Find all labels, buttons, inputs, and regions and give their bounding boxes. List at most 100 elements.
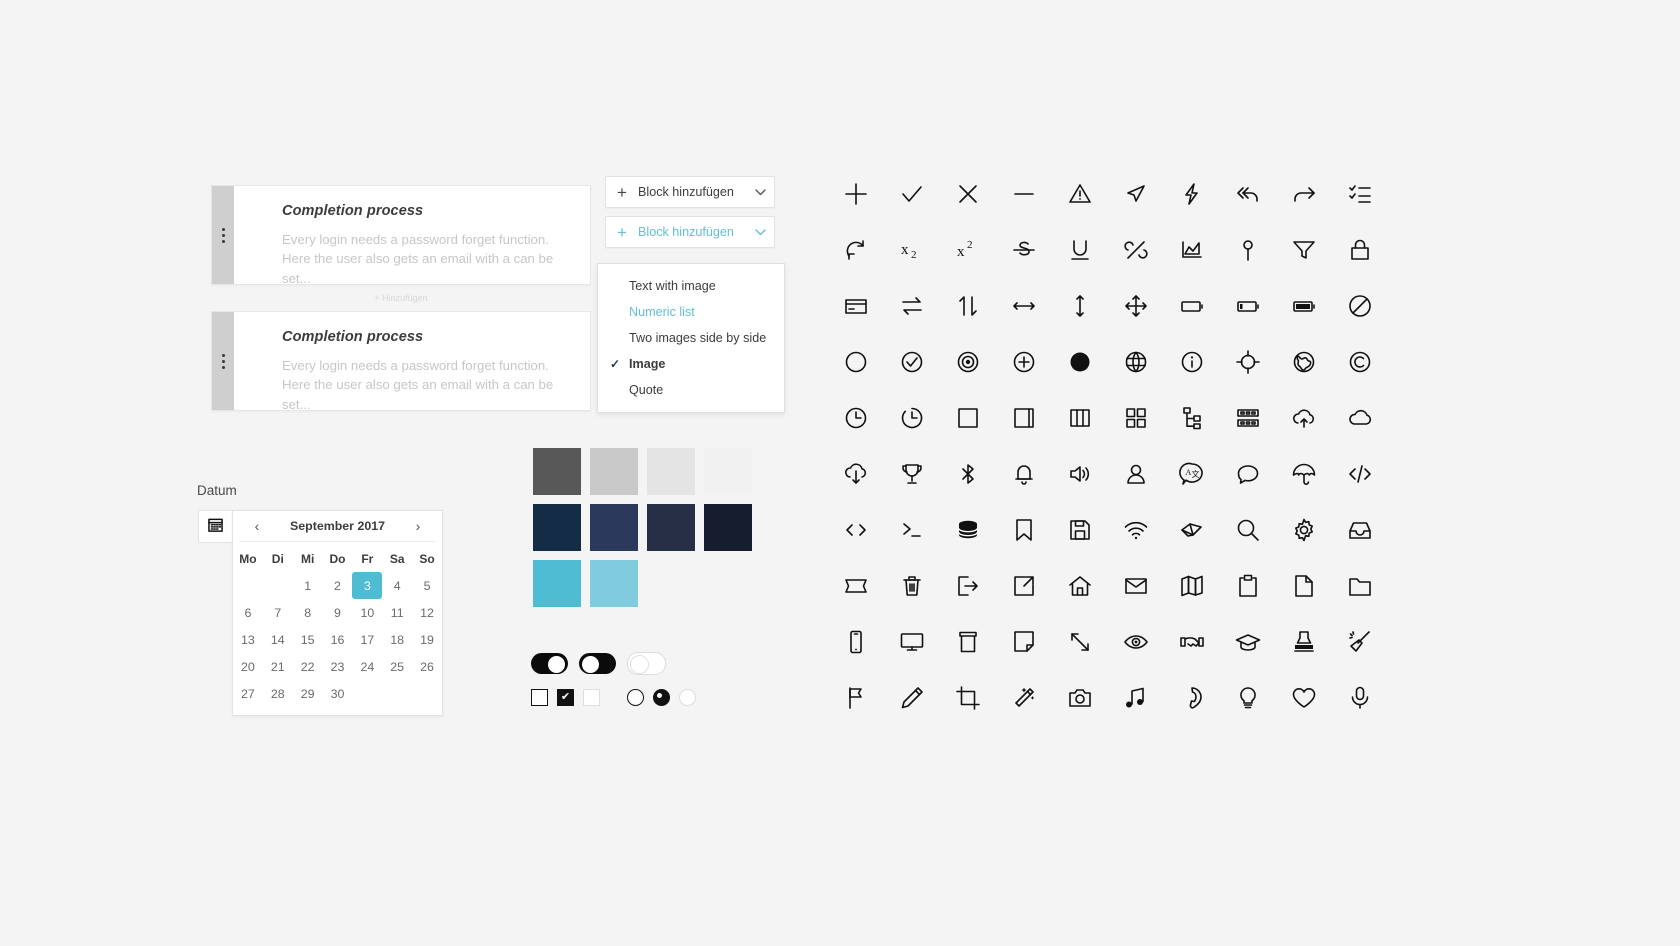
info-icon[interactable] (1164, 334, 1220, 390)
resize-diagonal-icon[interactable] (1052, 614, 1108, 670)
credit-card-icon[interactable] (828, 278, 884, 334)
calendar-day[interactable]: 21 (263, 653, 293, 680)
circle-icon[interactable] (828, 334, 884, 390)
unlink-icon[interactable] (1108, 222, 1164, 278)
refresh-icon[interactable] (828, 222, 884, 278)
search-icon[interactable] (1220, 502, 1276, 558)
radio-disabled[interactable] (679, 689, 696, 706)
mail-icon[interactable] (1108, 558, 1164, 614)
code-brackets-icon[interactable] (828, 502, 884, 558)
trophy-icon[interactable] (884, 446, 940, 502)
color-swatch[interactable] (704, 448, 752, 495)
crop-icon[interactable] (940, 670, 996, 726)
clock-icon[interactable] (828, 390, 884, 446)
toggle-switch-off-dark[interactable] (579, 653, 616, 674)
cloud-upload-icon[interactable] (1276, 390, 1332, 446)
umbrella-icon[interactable] (1276, 446, 1332, 502)
cloud-icon[interactable] (1332, 390, 1388, 446)
archive-box-icon[interactable] (940, 614, 996, 670)
calendar-day[interactable]: 19 (412, 626, 442, 653)
calendar-day[interactable]: 2 (323, 572, 353, 599)
volume-icon[interactable] (1052, 446, 1108, 502)
prev-month-button[interactable]: ‹ (247, 518, 267, 534)
toggle-switch-disabled[interactable] (627, 652, 666, 675)
color-swatch[interactable] (533, 448, 581, 495)
user-icon[interactable] (1108, 446, 1164, 502)
crosshair-icon[interactable] (1220, 334, 1276, 390)
redo-icon[interactable] (1276, 166, 1332, 222)
warning-triangle-icon[interactable] (1052, 166, 1108, 222)
external-link-icon[interactable] (996, 558, 1052, 614)
calendar-day[interactable]: 16 (323, 626, 353, 653)
subscript-icon[interactable]: x2 (884, 222, 940, 278)
color-swatch[interactable] (647, 504, 695, 551)
code-tag-icon[interactable] (1332, 446, 1388, 502)
battery-full-icon[interactable] (1276, 278, 1332, 334)
clock-quarter-icon[interactable] (884, 390, 940, 446)
menu-item-image[interactable]: ✓ Image (598, 351, 784, 377)
battery-empty-icon[interactable] (1164, 278, 1220, 334)
block-type-menu[interactable]: Text with image Numeric list Two images … (597, 263, 785, 413)
calendar-day[interactable]: 24 (352, 653, 382, 680)
camera-icon[interactable] (1052, 670, 1108, 726)
inbox-icon[interactable] (1332, 502, 1388, 558)
arrow-horizontal-icon[interactable] (996, 278, 1052, 334)
window-icon[interactable] (996, 390, 1052, 446)
calendar-day[interactable]: 10 (352, 599, 382, 626)
magic-wand-icon[interactable] (996, 670, 1052, 726)
color-swatch[interactable] (647, 448, 695, 495)
add-block-row[interactable]: + Hinzufügen (211, 285, 591, 311)
close-icon[interactable] (940, 166, 996, 222)
checkbox-checked[interactable]: ✔ (557, 689, 574, 706)
file-icon[interactable] (1276, 558, 1332, 614)
reply-all-icon[interactable] (1220, 166, 1276, 222)
check-circle-icon[interactable] (884, 334, 940, 390)
underline-icon[interactable] (1052, 222, 1108, 278)
swap-horizontal-icon[interactable] (884, 278, 940, 334)
content-card[interactable]: Completion process Every login needs a p… (211, 185, 591, 286)
calendar-day[interactable]: 22 (293, 653, 323, 680)
checkbox-disabled[interactable] (583, 689, 600, 706)
color-swatch[interactable] (704, 504, 752, 551)
drag-handle[interactable] (212, 186, 234, 284)
database-icon[interactable] (940, 502, 996, 558)
calendar-day[interactable]: 9 (323, 599, 353, 626)
minus-icon[interactable] (996, 166, 1052, 222)
color-swatch[interactable] (533, 560, 581, 607)
trash-icon[interactable] (884, 558, 940, 614)
menu-item-numeric-list[interactable]: Numeric list (598, 299, 784, 325)
strikethrough-icon[interactable] (996, 222, 1052, 278)
calendar-day-selected[interactable]: 3 (352, 572, 383, 599)
drag-handle[interactable] (212, 312, 234, 410)
globe-grid-icon[interactable] (1108, 334, 1164, 390)
menu-item-quote[interactable]: Quote (598, 377, 784, 403)
calendar-day[interactable]: 13 (233, 626, 263, 653)
calendar-day[interactable]: 26 (412, 653, 442, 680)
bluetooth-icon[interactable] (940, 446, 996, 502)
color-swatch[interactable] (590, 448, 638, 495)
bookmark-icon[interactable] (996, 502, 1052, 558)
pencil-icon[interactable] (884, 670, 940, 726)
microphone-icon[interactable] (1332, 670, 1388, 726)
color-swatch[interactable] (590, 560, 638, 607)
note-icon[interactable] (996, 614, 1052, 670)
content-card[interactable]: Completion process Every login needs a p… (211, 311, 591, 412)
add-block-button[interactable]: + Block hinzufügen (605, 176, 775, 208)
calendar-day[interactable]: 1 (293, 572, 323, 599)
check-icon[interactable] (884, 166, 940, 222)
calendar-day[interactable]: 11 (382, 599, 412, 626)
lightbulb-icon[interactable] (1220, 670, 1276, 726)
radio-empty[interactable] (627, 689, 644, 706)
calendar-day[interactable]: 5 (412, 572, 442, 599)
gear-icon[interactable] (1276, 502, 1332, 558)
logout-icon[interactable] (940, 558, 996, 614)
comment-icon[interactable] (1220, 446, 1276, 502)
terminal-icon[interactable] (884, 502, 940, 558)
lock-icon[interactable] (1332, 222, 1388, 278)
calendar-day[interactable]: 28 (263, 680, 293, 707)
calendar-day[interactable]: 7 (263, 599, 293, 626)
checkbox-empty[interactable] (531, 689, 548, 706)
flag-icon[interactable] (828, 670, 884, 726)
cloud-download-icon[interactable] (828, 446, 884, 502)
arrow-vertical-icon[interactable] (1052, 278, 1108, 334)
